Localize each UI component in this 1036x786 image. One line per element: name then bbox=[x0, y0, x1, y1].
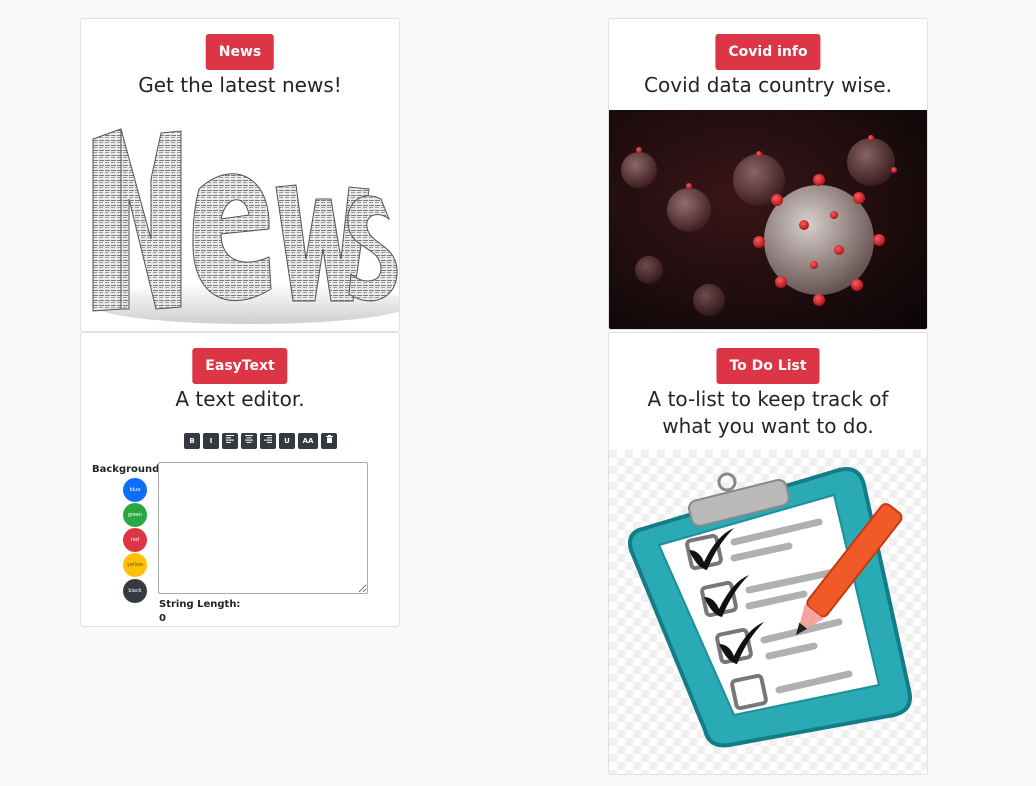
editor-textarea[interactable] bbox=[158, 462, 368, 594]
covid-subtitle: Covid data country wise. bbox=[644, 73, 892, 97]
todo-image bbox=[609, 450, 927, 774]
italic-button[interactable]: I bbox=[203, 433, 219, 449]
align-center-button[interactable] bbox=[241, 433, 257, 449]
align-right-icon bbox=[264, 435, 272, 443]
underline-button[interactable]: U bbox=[279, 433, 295, 449]
covid-info-button[interactable]: Covid info bbox=[715, 34, 821, 70]
easytext-button[interactable]: EasyText bbox=[192, 348, 288, 384]
align-left-button[interactable] bbox=[222, 433, 238, 449]
covid-image bbox=[609, 110, 927, 329]
color-yellow-button[interactable]: yellow bbox=[123, 553, 147, 577]
covid-card: Covid info Covid data country wise. bbox=[608, 18, 928, 330]
todo-subtitle-line2: what you want to do. bbox=[662, 414, 874, 438]
news-subtitle: Get the latest news! bbox=[138, 73, 342, 97]
bold-button[interactable]: B bbox=[184, 433, 200, 449]
background-label: Background bbox=[92, 464, 160, 475]
string-length-value: 0 bbox=[159, 613, 166, 624]
color-red-button[interactable]: red bbox=[123, 528, 147, 552]
easytext-card: EasyText A text editor. B I U AA Backgro… bbox=[80, 332, 400, 627]
news-card: News Get the latest news! bbox=[80, 18, 400, 332]
news-button[interactable]: News bbox=[205, 34, 275, 70]
todo-card: To Do List A to-list to keep track of wh… bbox=[608, 332, 928, 775]
align-right-button[interactable] bbox=[260, 433, 276, 449]
easytext-subtitle: A text editor. bbox=[175, 387, 305, 411]
trash-icon bbox=[325, 435, 333, 443]
todo-list-button[interactable]: To Do List bbox=[716, 348, 820, 384]
align-left-icon bbox=[226, 435, 234, 443]
color-black-button[interactable]: black bbox=[123, 579, 147, 603]
font-size-button[interactable]: AA bbox=[298, 433, 318, 449]
string-length-label: String Length: bbox=[159, 599, 241, 610]
delete-button[interactable] bbox=[321, 433, 337, 449]
editor-toolbar: B I U AA bbox=[184, 433, 337, 449]
color-blue-button[interactable]: blue bbox=[123, 478, 147, 502]
todo-subtitle-line1: A to-list to keep track of bbox=[647, 387, 889, 411]
color-green-button[interactable]: green bbox=[123, 503, 147, 527]
align-center-icon bbox=[245, 435, 253, 443]
news-image bbox=[81, 119, 399, 331]
